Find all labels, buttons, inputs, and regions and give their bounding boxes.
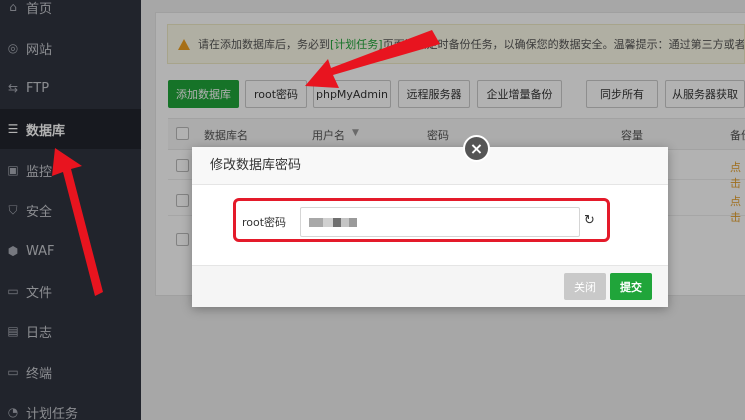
masked-password: [333, 218, 341, 227]
root-password-input[interactable]: [300, 207, 580, 237]
masked-password: [309, 218, 323, 227]
change-db-password-dialog: 修改数据库密码 root密码 ↻ 关闭 提交: [192, 147, 668, 307]
close-button[interactable]: 关闭: [564, 273, 606, 300]
submit-button[interactable]: 提交: [610, 273, 652, 300]
dialog-title: 修改数据库密码: [192, 147, 668, 185]
masked-password: [323, 218, 333, 227]
masked-password: [341, 218, 349, 227]
dialog-footer: 关闭 提交: [192, 265, 668, 307]
root-password-label: root密码: [242, 216, 287, 229]
close-icon[interactable]: ×: [463, 135, 490, 162]
refresh-icon[interactable]: ↻: [584, 214, 598, 228]
masked-password: [349, 218, 357, 227]
